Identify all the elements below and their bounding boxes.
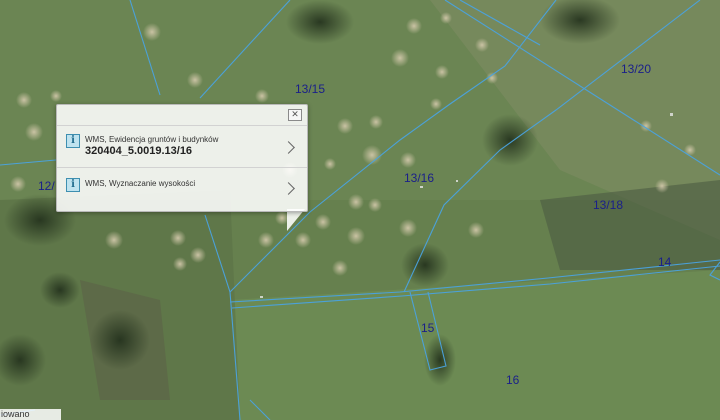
- parcel-label-13-16: 13/16: [404, 171, 435, 185]
- popup-item-height[interactable]: i WMS, Wyznaczanie wysokości: [57, 169, 307, 207]
- parcel-label-14: 14: [658, 255, 672, 269]
- info-icon: i: [66, 134, 80, 148]
- popup-pointer: [287, 209, 305, 231]
- popup-item-land-registry[interactable]: i WMS, Ewidencja gruntów i budynków 3204…: [57, 127, 307, 168]
- parcel-label-13-20: 13/20: [621, 62, 652, 76]
- feature-info-popup: ✕ i WMS, Ewidencja gruntów i budynków 32…: [56, 104, 308, 212]
- info-icon: i: [66, 178, 80, 192]
- status-text: iowano: [0, 409, 61, 420]
- parcel-label-13-18: 13/18: [593, 198, 624, 212]
- parcel-label-13-15: 13/15: [295, 82, 326, 96]
- parcel-label-12: 12/: [38, 179, 55, 193]
- chevron-right-icon: [282, 182, 295, 195]
- popup-item-title: WMS, Ewidencja gruntów i budynków: [85, 135, 219, 144]
- parcel-identifier: 320404_5.0019.13/16: [85, 145, 193, 157]
- close-icon[interactable]: ✕: [288, 109, 302, 121]
- chevron-right-icon: [282, 141, 295, 154]
- popup-item-title: WMS, Wyznaczanie wysokości: [85, 179, 196, 188]
- parcel-label-15: 15: [421, 321, 435, 335]
- parcel-label-16: 16: [506, 373, 520, 387]
- popup-header: ✕: [57, 105, 307, 126]
